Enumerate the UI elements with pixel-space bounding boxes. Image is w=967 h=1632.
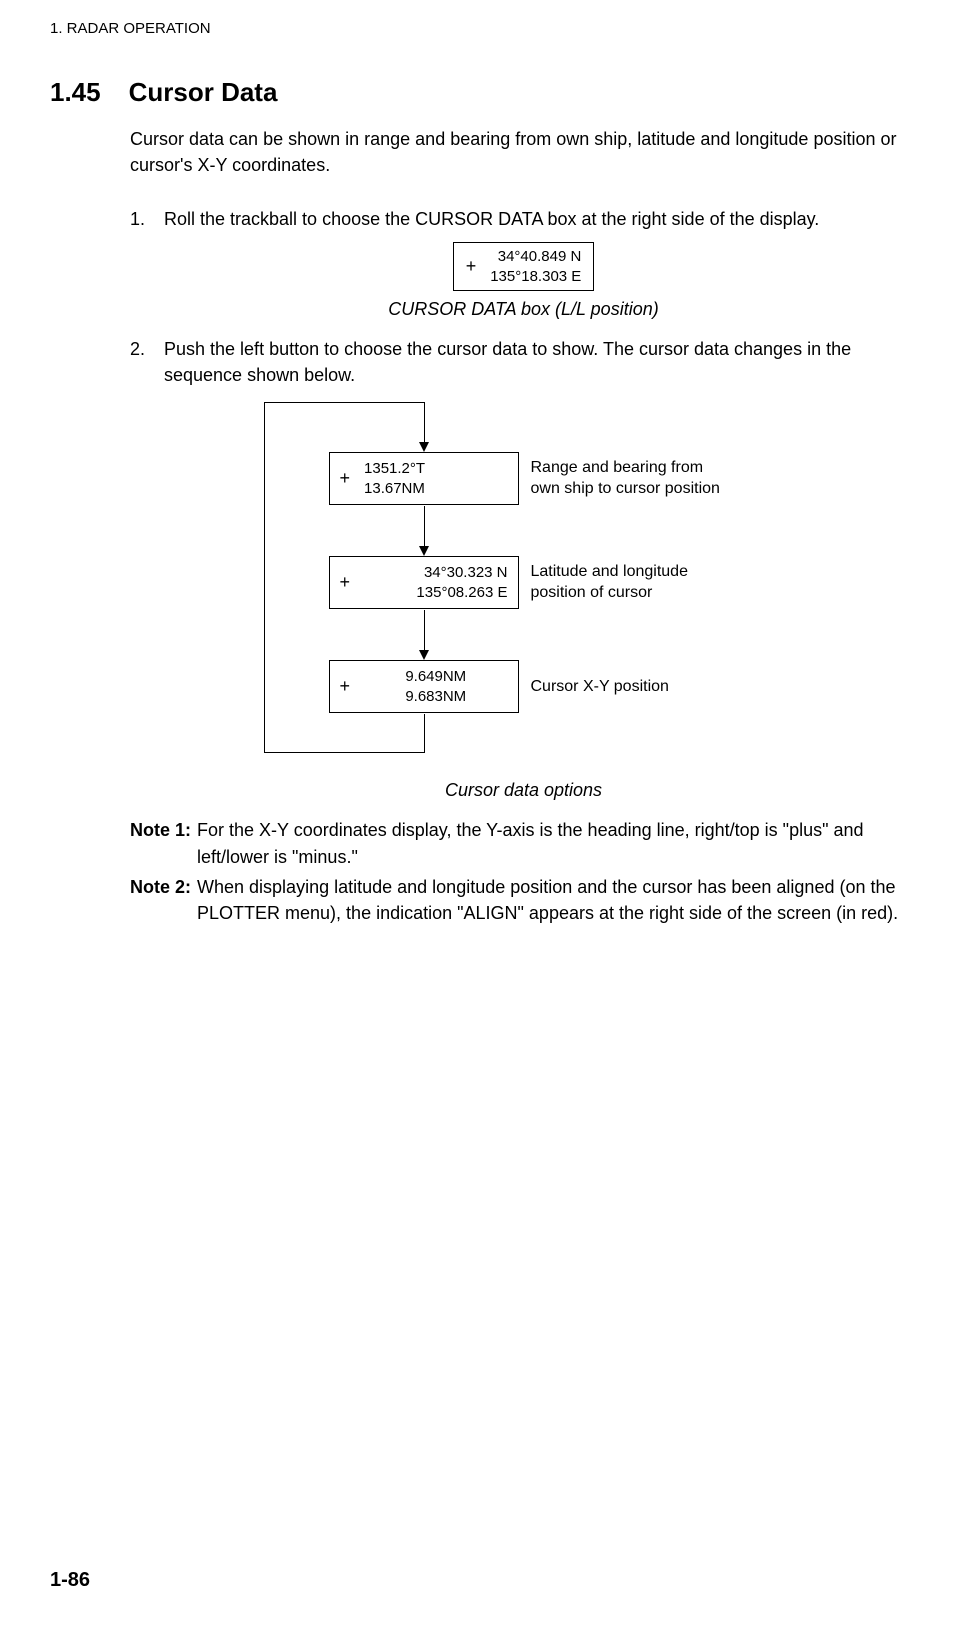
content-body: Cursor data can be shown in range and be… <box>130 126 917 926</box>
cursor-data-box: + 34°40.849 N 135°18.303 E <box>453 242 595 291</box>
option-2-values: 34°30.323 N 135°08.263 E <box>364 563 507 602</box>
note-1-text: For the X-Y coordinates display, the Y-a… <box>197 817 917 869</box>
page-header: 1. RADAR OPERATION <box>50 20 917 37</box>
cursor-ll-text: 34°40.849 N 135°18.303 E <box>490 247 581 286</box>
section-heading: 1.45 Cursor Data <box>50 77 917 108</box>
cursor-options-diagram: + 1351.2°T 13.67NM Range and bearing fro… <box>244 402 804 772</box>
caption-cursor-data-box: CURSOR DATA box (L/L position) <box>130 299 917 320</box>
note-2-text: When displaying latitude and longitude p… <box>197 874 917 926</box>
option-3-x: 9.649NM <box>364 667 507 687</box>
diagram-line <box>424 610 425 650</box>
option-2-label: Latitude and longitude position of curso… <box>531 562 688 604</box>
plus-icon: + <box>340 676 351 697</box>
option-3-box: + 9.649NM 9.683NM <box>329 660 519 713</box>
option-2-label-line1: Latitude and longitude <box>531 562 688 583</box>
step-2-number: 2. <box>130 336 152 388</box>
arrow-down-icon <box>419 546 429 556</box>
option-2-box: + 34°30.323 N 135°08.263 E <box>329 556 519 609</box>
diagram-line <box>264 402 425 403</box>
diagram-line <box>424 506 425 546</box>
option-3-values: 9.649NM 9.683NM <box>364 667 507 706</box>
caption-cursor-options: Cursor data options <box>130 780 917 801</box>
section-title: Cursor Data <box>129 77 278 108</box>
option-1-label-line1: Range and bearing from <box>531 458 720 479</box>
option-2-label-line2: position of cursor <box>531 583 688 604</box>
plus-icon: + <box>466 256 477 277</box>
section-number: 1.45 <box>50 77 101 108</box>
option-2-row: + 34°30.323 N 135°08.263 E Latitude and … <box>329 556 688 609</box>
option-1-box: + 1351.2°T 13.67NM <box>329 452 519 505</box>
diagram-line <box>424 714 425 752</box>
plus-icon: + <box>340 468 351 489</box>
intro-paragraph: Cursor data can be shown in range and be… <box>130 126 917 178</box>
diagram-line <box>264 402 265 752</box>
plus-icon: + <box>340 572 351 593</box>
option-1-row: + 1351.2°T 13.67NM Range and bearing fro… <box>329 452 720 505</box>
step-1: 1. Roll the trackball to choose the CURS… <box>130 206 917 232</box>
option-1-label: Range and bearing from own ship to curso… <box>531 458 720 500</box>
note-1: Note 1: For the X-Y coordinates display,… <box>130 817 917 869</box>
note-2: Note 2: When displaying latitude and lon… <box>130 874 917 926</box>
cursor-lat: 34°40.849 N <box>490 247 581 267</box>
option-1-values: 1351.2°T 13.67NM <box>364 459 425 498</box>
page-number: 1-86 <box>50 1569 90 1592</box>
step-1-number: 1. <box>130 206 152 232</box>
cursor-data-box-wrap: + 34°40.849 N 135°18.303 E <box>130 242 917 291</box>
option-1-label-line2: own ship to cursor position <box>531 479 720 500</box>
step-1-text: Roll the trackball to choose the CURSOR … <box>164 206 819 232</box>
option-2-lon: 135°08.263 E <box>364 583 507 603</box>
option-3-label: Cursor X-Y position <box>531 677 669 698</box>
option-3-y: 9.683NM <box>364 687 507 707</box>
option-3-row: + 9.649NM 9.683NM Cursor X-Y position <box>329 660 669 713</box>
arrow-down-icon <box>419 442 429 452</box>
option-2-lat: 34°30.323 N <box>364 563 507 583</box>
note-1-label: Note 1: <box>130 817 191 869</box>
arrow-down-icon <box>419 650 429 660</box>
cursor-lon: 135°18.303 E <box>490 267 581 287</box>
note-2-label: Note 2: <box>130 874 191 926</box>
diagram-wrap: + 1351.2°T 13.67NM Range and bearing fro… <box>130 402 917 772</box>
step-2: 2. Push the left button to choose the cu… <box>130 336 917 388</box>
option-1-bearing: 1351.2°T <box>364 459 425 479</box>
diagram-line <box>264 752 425 753</box>
step-2-text: Push the left button to choose the curso… <box>164 336 917 388</box>
diagram-line <box>424 402 425 442</box>
option-1-range: 13.67NM <box>364 479 425 499</box>
